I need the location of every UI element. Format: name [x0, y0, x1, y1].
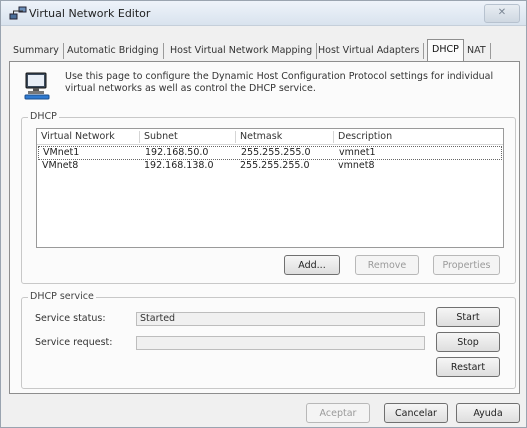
tab-summary[interactable]: Summary [9, 43, 64, 59]
table-row[interactable]: VMnet8 192.168.138.0 255.255.255.0 vmnet… [38, 160, 502, 172]
service-status-field: Started [136, 312, 425, 326]
cell-netmask: 255.255.255.0 [240, 160, 310, 171]
remove-button[interactable]: Remove [355, 255, 419, 275]
dhcp-networks-table[interactable]: Virtual Network Subnet Netmask Descripti… [36, 128, 504, 248]
column-header-subnet[interactable]: Subnet [140, 131, 236, 143]
cell-netmask: 255.255.255.0 [241, 147, 311, 158]
stop-button[interactable]: Stop [436, 332, 500, 352]
title-bar: Virtual Network Editor ✕ [1, 1, 526, 26]
start-button[interactable]: Start [436, 307, 500, 327]
tab-automatic-bridging[interactable]: Automatic Bridging [63, 43, 164, 59]
window-title: Virtual Network Editor [29, 7, 151, 20]
virtual-network-editor-window: Virtual Network Editor ✕ Summary Automat… [0, 0, 527, 428]
properties-button[interactable]: Properties [433, 255, 500, 275]
restart-button[interactable]: Restart [436, 357, 500, 377]
dhcp-service-legend: DHCP service [28, 291, 96, 302]
cell-subnet: 192.168.138.0 [144, 160, 214, 171]
column-header-virtual-network[interactable]: Virtual Network [37, 131, 140, 143]
close-icon: ✕ [497, 7, 507, 18]
close-button[interactable]: ✕ [484, 4, 520, 23]
dhcp-group-legend: DHCP [28, 111, 59, 122]
table-header: Virtual Network Subnet Netmask Descripti… [37, 129, 503, 145]
tab-strip: Summary Automatic Bridging Host Virtual … [9, 39, 518, 61]
info-description: Use this page to configure the Dynamic H… [65, 71, 494, 94]
tab-nat[interactable]: NAT [463, 43, 491, 59]
cell-description: vmnet8 [338, 160, 375, 171]
service-request-field [136, 336, 425, 350]
column-header-description[interactable]: Description [334, 131, 502, 143]
cell-network: VMnet1 [43, 147, 80, 158]
tab-host-virtual-adapters[interactable]: Host Virtual Adapters [314, 43, 425, 59]
cell-description: vmnet1 [339, 147, 376, 158]
tab-dhcp[interactable]: DHCP [427, 39, 464, 61]
accept-button[interactable]: Aceptar [306, 403, 370, 423]
add-button[interactable]: Add... [284, 255, 340, 275]
tab-host-virtual-network-mapping[interactable]: Host Virtual Network Mapping [166, 43, 318, 59]
column-header-netmask[interactable]: Netmask [236, 131, 334, 143]
help-button[interactable]: Ayuda [456, 403, 520, 423]
service-request-label: Service request: [35, 337, 113, 348]
computer-network-icon [24, 72, 50, 100]
network-editor-icon [9, 6, 27, 20]
service-status-label: Service status: [35, 313, 106, 324]
cell-network: VMnet8 [42, 160, 79, 171]
cancel-button[interactable]: Cancelar [384, 403, 448, 423]
cell-subnet: 192.168.50.0 [145, 147, 209, 158]
table-row[interactable]: VMnet1 192.168.50.0 255.255.255.0 vmnet1 [38, 146, 502, 160]
